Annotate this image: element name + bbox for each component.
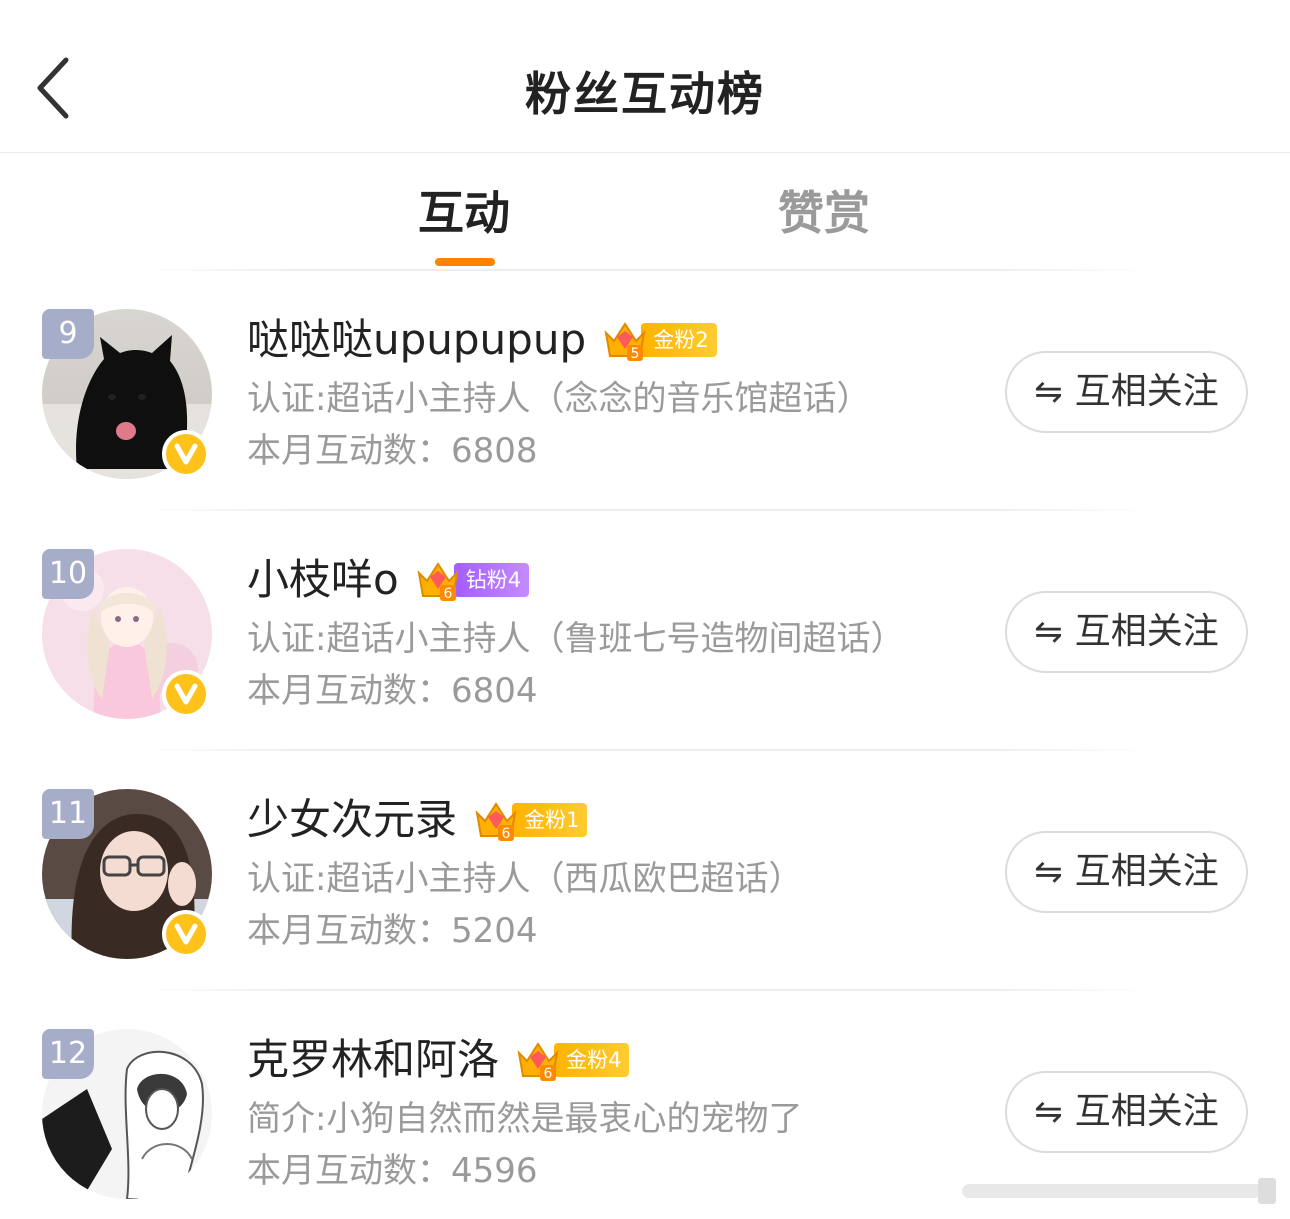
- count-value: 4596: [451, 1151, 538, 1191]
- svg-text:6: 6: [502, 826, 511, 841]
- mutual-follow-icon: ⇋: [1034, 852, 1063, 892]
- fan-info: 哒哒哒upupupup 5 金粉2 认证:超话小主持人（念念的音乐馆超话） 本月…: [247, 311, 967, 477]
- count-label: 本月互动数：: [247, 671, 451, 711]
- top-bar: 粉丝互动榜: [0, 0, 1290, 153]
- mutual-follow-button[interactable]: ⇋ 互相关注: [1005, 1071, 1248, 1153]
- fan-info: 克罗林和阿洛 6 金粉4 简介:小狗自然而然是最衷心的宠物了 本月互动数：459…: [247, 1031, 967, 1197]
- verified-icon: [162, 910, 210, 958]
- rank-badge: 12: [42, 1029, 94, 1079]
- count-label: 本月互动数：: [247, 911, 451, 951]
- count-value: 6804: [451, 671, 538, 711]
- list-item[interactable]: 11 少女次元录 6 金粉1 认证:超话小主持人（西瓜欧巴超话） 本月互动数：5…: [0, 751, 1290, 991]
- fan-level-badge[interactable]: 5 金粉2: [603, 319, 717, 361]
- username[interactable]: 克罗林和阿洛: [247, 1031, 499, 1089]
- fan-level-label: 金粉1: [512, 803, 588, 837]
- rank-badge: 10: [42, 549, 94, 599]
- count-value: 5204: [451, 911, 538, 951]
- count-label: 本月互动数：: [247, 1151, 451, 1191]
- mutual-follow-button[interactable]: ⇋ 互相关注: [1005, 591, 1248, 673]
- username[interactable]: 哒哒哒upupupup: [247, 311, 586, 369]
- verified-icon: [162, 670, 210, 718]
- mutual-follow-icon: ⇋: [1034, 1092, 1063, 1132]
- mutual-follow-button[interactable]: ⇋ 互相关注: [1005, 831, 1248, 913]
- fan-level-label: 金粉2: [641, 323, 717, 357]
- fan-level-label: 金粉4: [554, 1043, 630, 1077]
- crown-icon: 6: [417, 562, 459, 601]
- mutual-follow-icon: ⇋: [1034, 612, 1063, 652]
- fan-level-label: 钻粉4: [453, 563, 530, 597]
- username[interactable]: 少女次元录: [247, 791, 457, 849]
- fan-info: 少女次元录 6 金粉1 认证:超话小主持人（西瓜欧巴超话） 本月互动数：5204: [247, 791, 967, 957]
- user-description: 认证:超话小主持人（西瓜欧巴超话）: [247, 859, 803, 899]
- svg-text:5: 5: [631, 346, 640, 361]
- username[interactable]: 小枝咩o: [247, 551, 399, 609]
- watermark-image: [962, 1178, 1276, 1204]
- page-title: 粉丝互动榜: [525, 67, 765, 121]
- user-description: 认证:超话小主持人（念念的音乐馆超话）: [247, 379, 871, 419]
- count-value: 6808: [451, 431, 538, 471]
- fan-info: 小枝咩o 6 钻粉4 认证:超话小主持人（鲁班七号造物间超话） 本月互动数：68…: [247, 551, 967, 717]
- tab-bar: 互动 赞赏: [0, 153, 1290, 271]
- mutual-follow-icon: ⇋: [1034, 372, 1063, 412]
- list-item[interactable]: 10 小枝咩o 6 钻粉4 认证:超话小主持人（鲁班七号造物间超话） 本月互动数…: [0, 511, 1290, 751]
- monthly-interaction-count: 本月互动数：5204: [247, 905, 967, 957]
- user-description: 简介:小狗自然而然是最衷心的宠物了: [247, 1099, 803, 1139]
- svg-text:6: 6: [443, 586, 452, 601]
- fan-level-badge[interactable]: 6 钻粉4: [416, 559, 530, 601]
- fan-level-badge[interactable]: 6 金粉4: [516, 1039, 630, 1081]
- monthly-interaction-count: 本月互动数：6804: [247, 665, 967, 717]
- svg-text:6: 6: [544, 1066, 553, 1081]
- monthly-interaction-count: 本月互动数：4596: [247, 1145, 967, 1197]
- rank-badge: 9: [42, 309, 94, 359]
- count-label: 本月互动数：: [247, 431, 451, 471]
- monthly-interaction-count: 本月互动数：6808: [247, 425, 967, 477]
- list-item[interactable]: 9 哒哒哒upupupup 5 金粉2 认证:超话小主持人（念念的音乐馆超话） …: [0, 271, 1290, 511]
- tab-interaction[interactable]: 互动: [418, 177, 510, 243]
- crown-icon: 6: [475, 802, 517, 841]
- user-description: 认证:超话小主持人（鲁班七号造物间超话）: [247, 619, 905, 659]
- verified-icon: [162, 430, 210, 478]
- fan-level-badge[interactable]: 6 金粉1: [474, 799, 588, 841]
- crown-icon: 5: [604, 322, 646, 361]
- mutual-follow-button[interactable]: ⇋ 互相关注: [1005, 351, 1248, 433]
- rank-badge: 11: [42, 789, 94, 839]
- fan-list: 9 哒哒哒upupupup 5 金粉2 认证:超话小主持人（念念的音乐馆超话） …: [0, 271, 1290, 1219]
- crown-icon: 6: [517, 1042, 559, 1081]
- active-tab-indicator: [435, 258, 495, 266]
- tab-reward[interactable]: 赞赏: [778, 177, 870, 243]
